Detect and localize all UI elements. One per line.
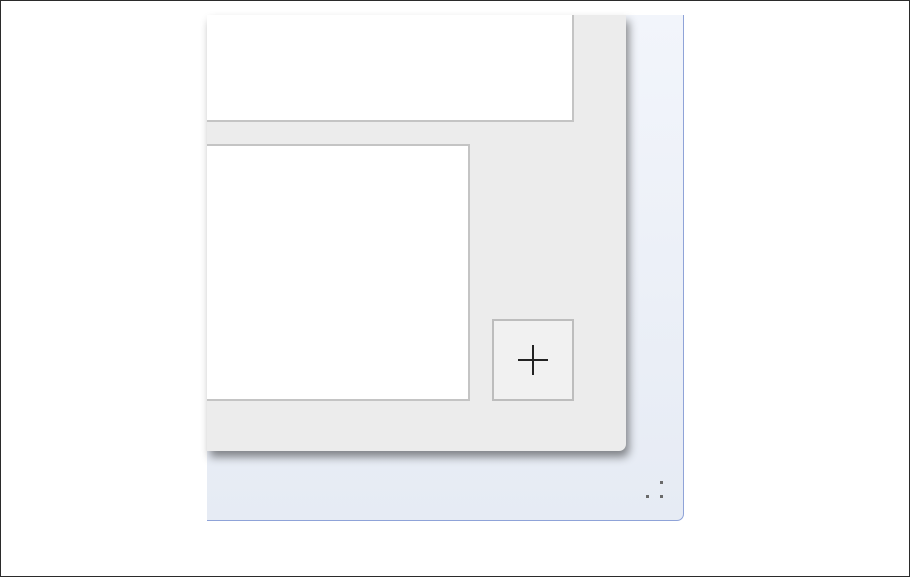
lower-content-pane[interactable] bbox=[207, 144, 470, 401]
resize-grip-icon[interactable] bbox=[642, 481, 666, 503]
grip-dot bbox=[660, 481, 663, 484]
add-button[interactable] bbox=[492, 319, 574, 401]
dialog-panel bbox=[207, 15, 626, 451]
grip-dot bbox=[646, 495, 649, 498]
upper-content-pane[interactable] bbox=[207, 15, 574, 122]
screenshot-frame bbox=[0, 0, 910, 577]
plus-icon bbox=[518, 345, 548, 375]
grip-dot bbox=[660, 495, 663, 498]
